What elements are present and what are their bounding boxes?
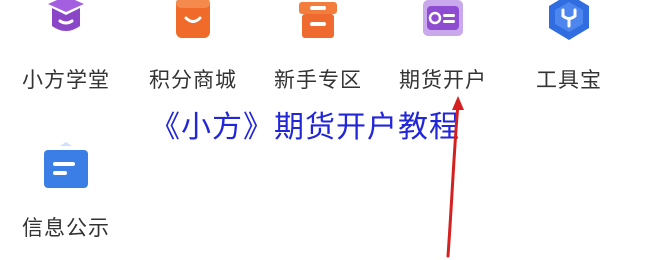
red-arrow-annotation (446, 96, 464, 258)
